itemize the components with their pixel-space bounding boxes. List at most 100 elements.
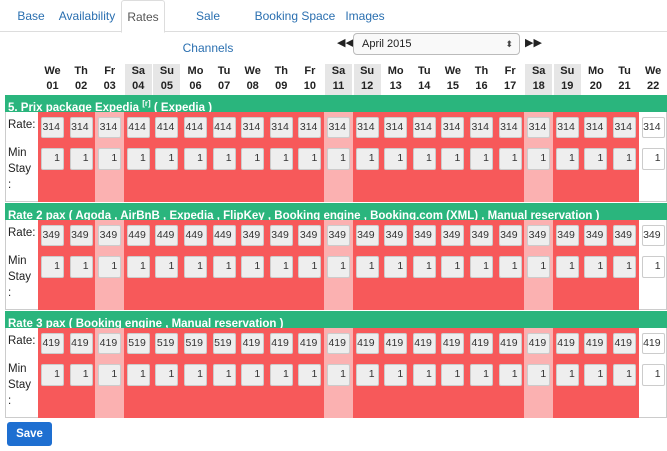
rate-input[interactable]: 419 <box>69 333 93 354</box>
min-stay-input[interactable]: 1 <box>69 256 93 278</box>
min-stay-input[interactable]: 1 <box>527 148 551 170</box>
min-stay-input[interactable]: 1 <box>412 256 436 278</box>
min-stay-input[interactable]: 1 <box>441 256 465 278</box>
rate-input[interactable]: 349 <box>498 225 522 246</box>
min-stay-input[interactable]: 1 <box>212 364 236 386</box>
min-stay-input[interactable]: 1 <box>298 148 322 170</box>
rate-input[interactable]: 419 <box>555 333 579 354</box>
min-stay-input[interactable]: 1 <box>613 148 636 170</box>
rate-input[interactable]: 349 <box>355 225 379 246</box>
rate-input[interactable]: 314 <box>412 117 436 138</box>
rate-input[interactable]: 419 <box>384 333 408 354</box>
rate-input[interactable]: 414 <box>212 117 236 138</box>
rate-input[interactable]: 314 <box>41 117 64 138</box>
tab-availability[interactable]: Availability <box>56 0 118 32</box>
rate-input[interactable]: 314 <box>527 117 551 138</box>
min-stay-input[interactable]: 1 <box>41 364 64 386</box>
rate-input[interactable]: 314 <box>355 117 379 138</box>
min-stay-input[interactable]: 1 <box>69 364 93 386</box>
min-stay-input[interactable]: 1 <box>384 364 408 386</box>
min-stay-input[interactable]: 1 <box>412 364 436 386</box>
rate-input[interactable]: 349 <box>384 225 408 246</box>
min-stay-input[interactable]: 1 <box>613 364 636 386</box>
rate-input[interactable]: 449 <box>155 225 179 246</box>
min-stay-input[interactable]: 1 <box>327 364 350 386</box>
min-stay-input[interactable]: 1 <box>441 148 465 170</box>
rate-input[interactable]: 349 <box>269 225 293 246</box>
min-stay-input[interactable]: 1 <box>98 364 122 386</box>
rate-input[interactable]: 314 <box>98 117 122 138</box>
rate-input[interactable]: 349 <box>613 225 636 246</box>
rate-input[interactable]: 314 <box>327 117 350 138</box>
min-stay-input[interactable]: 1 <box>327 256 350 278</box>
rate-input[interactable]: 419 <box>241 333 265 354</box>
min-stay-input[interactable]: 1 <box>555 364 579 386</box>
rate-input[interactable]: 519 <box>184 333 207 354</box>
tab-images[interactable]: Images <box>342 0 388 32</box>
min-stay-input[interactable]: 1 <box>355 256 379 278</box>
rate-input[interactable]: 419 <box>584 333 608 354</box>
min-stay-input[interactable]: 1 <box>241 148 265 170</box>
min-stay-input[interactable]: 1 <box>126 256 150 278</box>
rate-input[interactable]: 449 <box>126 225 150 246</box>
min-stay-input[interactable]: 1 <box>527 364 551 386</box>
rate-input[interactable]: 519 <box>155 333 179 354</box>
min-stay-input[interactable]: 1 <box>69 148 93 170</box>
min-stay-input[interactable]: 1 <box>555 148 579 170</box>
prev-month-icon[interactable]: ◀◀ <box>337 36 354 49</box>
rate-input[interactable]: 349 <box>69 225 93 246</box>
rate-input[interactable]: 349 <box>641 225 665 246</box>
min-stay-input[interactable]: 1 <box>269 364 293 386</box>
rate-input[interactable]: 314 <box>584 117 608 138</box>
min-stay-input[interactable]: 1 <box>641 256 665 278</box>
min-stay-input[interactable]: 1 <box>498 364 522 386</box>
rate-input[interactable]: 419 <box>298 333 322 354</box>
min-stay-input[interactable]: 1 <box>98 148 122 170</box>
tab-booking-space[interactable]: Booking Space <box>254 0 336 32</box>
rate-input[interactable]: 419 <box>641 333 665 354</box>
min-stay-input[interactable]: 1 <box>212 148 236 170</box>
rate-input[interactable]: 349 <box>470 225 493 246</box>
rate-input[interactable]: 314 <box>241 117 265 138</box>
rate-input[interactable]: 314 <box>441 117 465 138</box>
min-stay-input[interactable]: 1 <box>441 364 465 386</box>
tab-sale-channels[interactable]: Sale Channels <box>169 0 247 55</box>
rate-input[interactable]: 419 <box>41 333 64 354</box>
min-stay-input[interactable]: 1 <box>155 364 179 386</box>
rate-input[interactable]: 314 <box>555 117 579 138</box>
tab-rates[interactable]: Rates <box>121 0 165 33</box>
min-stay-input[interactable]: 1 <box>613 256 636 278</box>
min-stay-input[interactable]: 1 <box>555 256 579 278</box>
rate-input[interactable]: 449 <box>212 225 236 246</box>
save-button[interactable]: Save <box>7 422 52 446</box>
min-stay-input[interactable]: 1 <box>584 148 608 170</box>
min-stay-input[interactable]: 1 <box>241 364 265 386</box>
rate-input[interactable]: 419 <box>498 333 522 354</box>
min-stay-input[interactable]: 1 <box>126 364 150 386</box>
min-stay-input[interactable]: 1 <box>498 148 522 170</box>
min-stay-input[interactable]: 1 <box>98 256 122 278</box>
rate-input[interactable]: 349 <box>241 225 265 246</box>
rate-input[interactable]: 314 <box>298 117 322 138</box>
min-stay-input[interactable]: 1 <box>327 148 350 170</box>
rate-input[interactable]: 419 <box>613 333 636 354</box>
rate-input[interactable]: 519 <box>212 333 236 354</box>
min-stay-input[interactable]: 1 <box>641 148 665 170</box>
rate-input[interactable]: 414 <box>126 117 150 138</box>
rate-input[interactable]: 419 <box>269 333 293 354</box>
min-stay-input[interactable]: 1 <box>384 148 408 170</box>
min-stay-input[interactable]: 1 <box>355 148 379 170</box>
rate-input[interactable]: 314 <box>498 117 522 138</box>
min-stay-input[interactable]: 1 <box>641 364 665 386</box>
min-stay-input[interactable]: 1 <box>41 256 64 278</box>
rate-input[interactable]: 314 <box>384 117 408 138</box>
rate-input[interactable]: 449 <box>184 225 207 246</box>
rate-input[interactable]: 349 <box>41 225 64 246</box>
rate-input[interactable]: 419 <box>527 333 551 354</box>
min-stay-input[interactable]: 1 <box>155 148 179 170</box>
rate-input[interactable]: 414 <box>184 117 207 138</box>
rate-input[interactable]: 349 <box>327 225 350 246</box>
rate-input[interactable]: 419 <box>470 333 493 354</box>
rate-input[interactable]: 349 <box>555 225 579 246</box>
rate-input[interactable]: 349 <box>441 225 465 246</box>
